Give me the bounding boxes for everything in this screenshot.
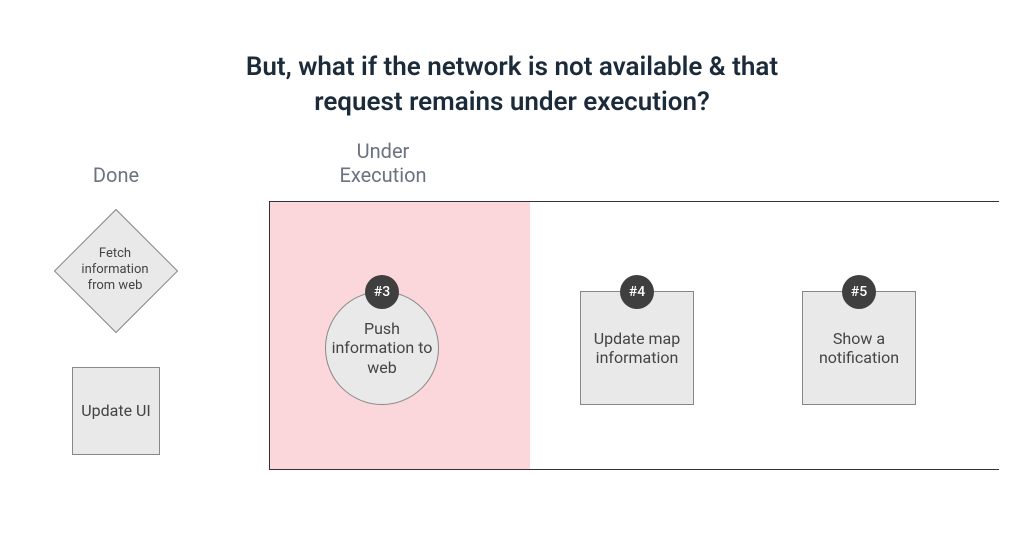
done-node-fetch-label: Fetch information from web xyxy=(55,210,175,330)
queue-node-4: #4 Update map information xyxy=(580,291,694,405)
diagram-title: But, what if the network is not availabl… xyxy=(0,50,1024,120)
done-section-label: Done xyxy=(56,163,176,187)
diagram-canvas: But, what if the network is not availabl… xyxy=(0,0,1024,534)
title-line-2: request remains under execution? xyxy=(314,87,710,117)
under-label-line-1: Under xyxy=(357,139,410,163)
queue-node-3-label: Push information to web xyxy=(326,319,438,377)
done-node-fetch: Fetch information from web xyxy=(55,210,175,330)
queue-node-5-label: Show a notification xyxy=(803,329,915,367)
queue-node-3: #3 Push information to web xyxy=(325,291,439,405)
under-execution-label: Under Execution xyxy=(298,139,468,187)
done-node-update-ui-label: Update UI xyxy=(81,401,151,420)
queue-node-4-badge: #4 xyxy=(620,275,654,309)
title-line-1: But, what if the network is not availabl… xyxy=(246,52,778,82)
done-node-update-ui: Update UI xyxy=(72,367,160,455)
queue-node-5: #5 Show a notification xyxy=(802,291,916,405)
queue-node-5-badge: #5 xyxy=(842,275,876,309)
execution-queue: #3 Push information to web #4 Update map… xyxy=(269,201,999,470)
queue-node-3-badge: #3 xyxy=(365,275,399,309)
queue-node-4-label: Update map information xyxy=(581,329,693,367)
under-label-line-2: Execution xyxy=(339,163,426,187)
